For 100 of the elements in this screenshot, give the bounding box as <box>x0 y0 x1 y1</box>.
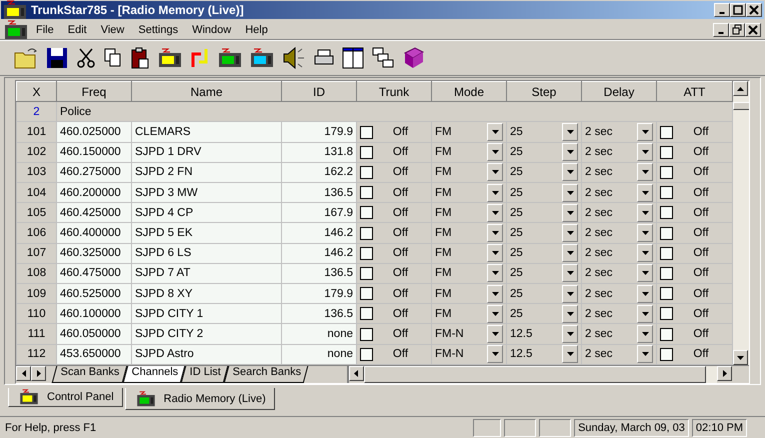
checkbox-cell[interactable]: Off <box>356 162 432 183</box>
dropdown-cell[interactable]: 25 <box>506 243 582 264</box>
vertical-scrollbar[interactable] <box>733 81 749 365</box>
column-header[interactable]: ID <box>282 82 356 102</box>
dropdown-cell[interactable]: 25 <box>506 122 582 142</box>
checkbox[interactable] <box>660 146 673 159</box>
dropdown-cell[interactable]: FM <box>432 122 506 142</box>
menu-item[interactable]: Help <box>239 22 274 36</box>
sheet-tab[interactable]: ID List <box>180 366 229 383</box>
dropdown-cell[interactable]: 25 <box>506 222 582 244</box>
column-header[interactable]: Freq <box>56 82 132 102</box>
dropdown-cell[interactable]: 2 sec <box>582 344 656 364</box>
dropdown-cell[interactable]: FM <box>432 284 506 304</box>
checkbox-cell[interactable]: Off <box>356 324 432 344</box>
checkbox-cell[interactable]: Off <box>356 202 432 223</box>
checkbox-cell[interactable]: Off <box>356 304 432 324</box>
window-tab[interactable]: Control Panel <box>8 388 123 407</box>
checkbox[interactable] <box>660 307 673 320</box>
minimize-button[interactable] <box>714 3 730 17</box>
checkbox[interactable] <box>660 126 673 138</box>
close-button[interactable] <box>746 3 762 17</box>
checkbox-cell[interactable]: Off <box>356 142 432 162</box>
checkbox[interactable] <box>360 166 373 179</box>
dropdown-cell[interactable]: 2 sec <box>582 243 656 264</box>
dropdown-cell[interactable]: 12.5 <box>506 344 582 364</box>
dropdown-cell[interactable]: 2 sec <box>582 142 656 162</box>
column-header[interactable]: Mode <box>432 82 506 102</box>
column-header[interactable]: Trunk <box>356 82 432 102</box>
menu-item[interactable]: View <box>94 22 130 36</box>
dropdown-cell[interactable]: 2 sec <box>582 162 656 183</box>
menu-item[interactable]: Edit <box>62 22 93 36</box>
checkbox[interactable] <box>660 266 673 280</box>
dropdown-cell[interactable]: 25 <box>506 162 582 183</box>
dropdown-cell[interactable]: FM <box>432 202 506 223</box>
menu-item[interactable]: File <box>30 22 60 36</box>
dropdown-cell[interactable]: 2 sec <box>582 284 656 304</box>
checkbox[interactable] <box>360 146 373 159</box>
speaker-icon[interactable] <box>282 47 306 69</box>
checkbox-cell[interactable]: Off <box>656 263 732 284</box>
dropdown-cell[interactable]: FM-N <box>432 324 506 344</box>
dropdown-cell[interactable]: 25 <box>506 202 582 223</box>
scrollbar-track[interactable] <box>706 366 717 383</box>
copy-icon[interactable] <box>104 48 122 68</box>
scissors-icon[interactable] <box>76 47 96 69</box>
checkbox-cell[interactable]: Off <box>656 324 732 344</box>
checkbox[interactable] <box>660 246 673 260</box>
checkbox[interactable] <box>660 186 673 200</box>
checkbox[interactable] <box>660 206 673 220</box>
checkbox-cell[interactable]: Off <box>656 142 732 162</box>
dropdown-cell[interactable]: 2 sec <box>582 202 656 223</box>
clipboard-icon[interactable] <box>130 47 150 69</box>
dropdown-cell[interactable]: FM <box>432 263 506 284</box>
checkbox-cell[interactable]: Off <box>656 182 732 203</box>
checkbox-cell[interactable]: Off <box>356 284 432 304</box>
dropdown-cell[interactable]: 2 sec <box>582 263 656 284</box>
dropdown-cell[interactable]: 25 <box>506 263 582 284</box>
sheet-tab[interactable]: Search Banks <box>224 366 310 383</box>
dropdown-cell[interactable]: 25 <box>506 304 582 324</box>
column-header[interactable]: Step <box>506 82 582 102</box>
checkbox[interactable] <box>360 266 373 280</box>
dropdown-cell[interactable]: FM <box>432 243 506 264</box>
checkbox[interactable] <box>360 328 373 341</box>
checkbox[interactable] <box>360 126 373 138</box>
checkbox[interactable] <box>660 166 673 179</box>
checkbox-cell[interactable]: Off <box>656 162 732 183</box>
dropdown-cell[interactable]: FM <box>432 304 506 324</box>
checkbox-cell[interactable]: Off <box>656 344 732 364</box>
windows-icon[interactable] <box>372 47 394 69</box>
columns-icon[interactable] <box>342 47 364 69</box>
tab-scroll-left[interactable] <box>16 366 31 381</box>
checkbox-cell[interactable]: Off <box>656 243 732 264</box>
checkbox[interactable] <box>660 348 673 361</box>
dropdown-cell[interactable]: FM <box>432 222 506 244</box>
dropdown-cell[interactable]: FM <box>432 142 506 162</box>
checkbox[interactable] <box>360 186 373 200</box>
dropdown-cell[interactable]: 2 sec <box>582 324 656 344</box>
checkbox[interactable] <box>660 287 673 300</box>
dropdown-cell[interactable]: FM <box>432 162 506 183</box>
checkbox-cell[interactable]: Off <box>656 122 732 142</box>
menu-item[interactable]: Settings <box>132 22 184 36</box>
checkbox-cell[interactable]: Off <box>356 222 432 244</box>
dropdown-cell[interactable]: 25 <box>506 142 582 162</box>
window-tab[interactable]: Radio Memory (Live) <box>124 388 275 410</box>
dropdown-cell[interactable]: FM-N <box>432 344 506 364</box>
checkbox-cell[interactable]: Off <box>356 182 432 203</box>
checkbox-cell[interactable]: Off <box>656 202 732 223</box>
sheet-tab[interactable]: Scan Banks <box>52 366 127 383</box>
checkbox-cell[interactable]: Off <box>656 304 732 324</box>
restore-button[interactable] <box>729 22 745 36</box>
dropdown-cell[interactable]: FM <box>432 182 506 203</box>
dropdown-cell[interactable]: 2 sec <box>582 122 656 142</box>
dropdown-cell[interactable]: 25 <box>506 284 582 304</box>
folder-icon[interactable] <box>14 47 38 69</box>
dropdown-cell[interactable]: 25 <box>506 182 582 203</box>
dropdown-cell[interactable]: 2 sec <box>582 182 656 203</box>
checkbox[interactable] <box>360 226 373 240</box>
checkbox[interactable] <box>360 206 373 220</box>
column-header[interactable]: X <box>16 82 56 102</box>
checkbox[interactable] <box>360 287 373 300</box>
maximize-button[interactable] <box>730 3 746 17</box>
